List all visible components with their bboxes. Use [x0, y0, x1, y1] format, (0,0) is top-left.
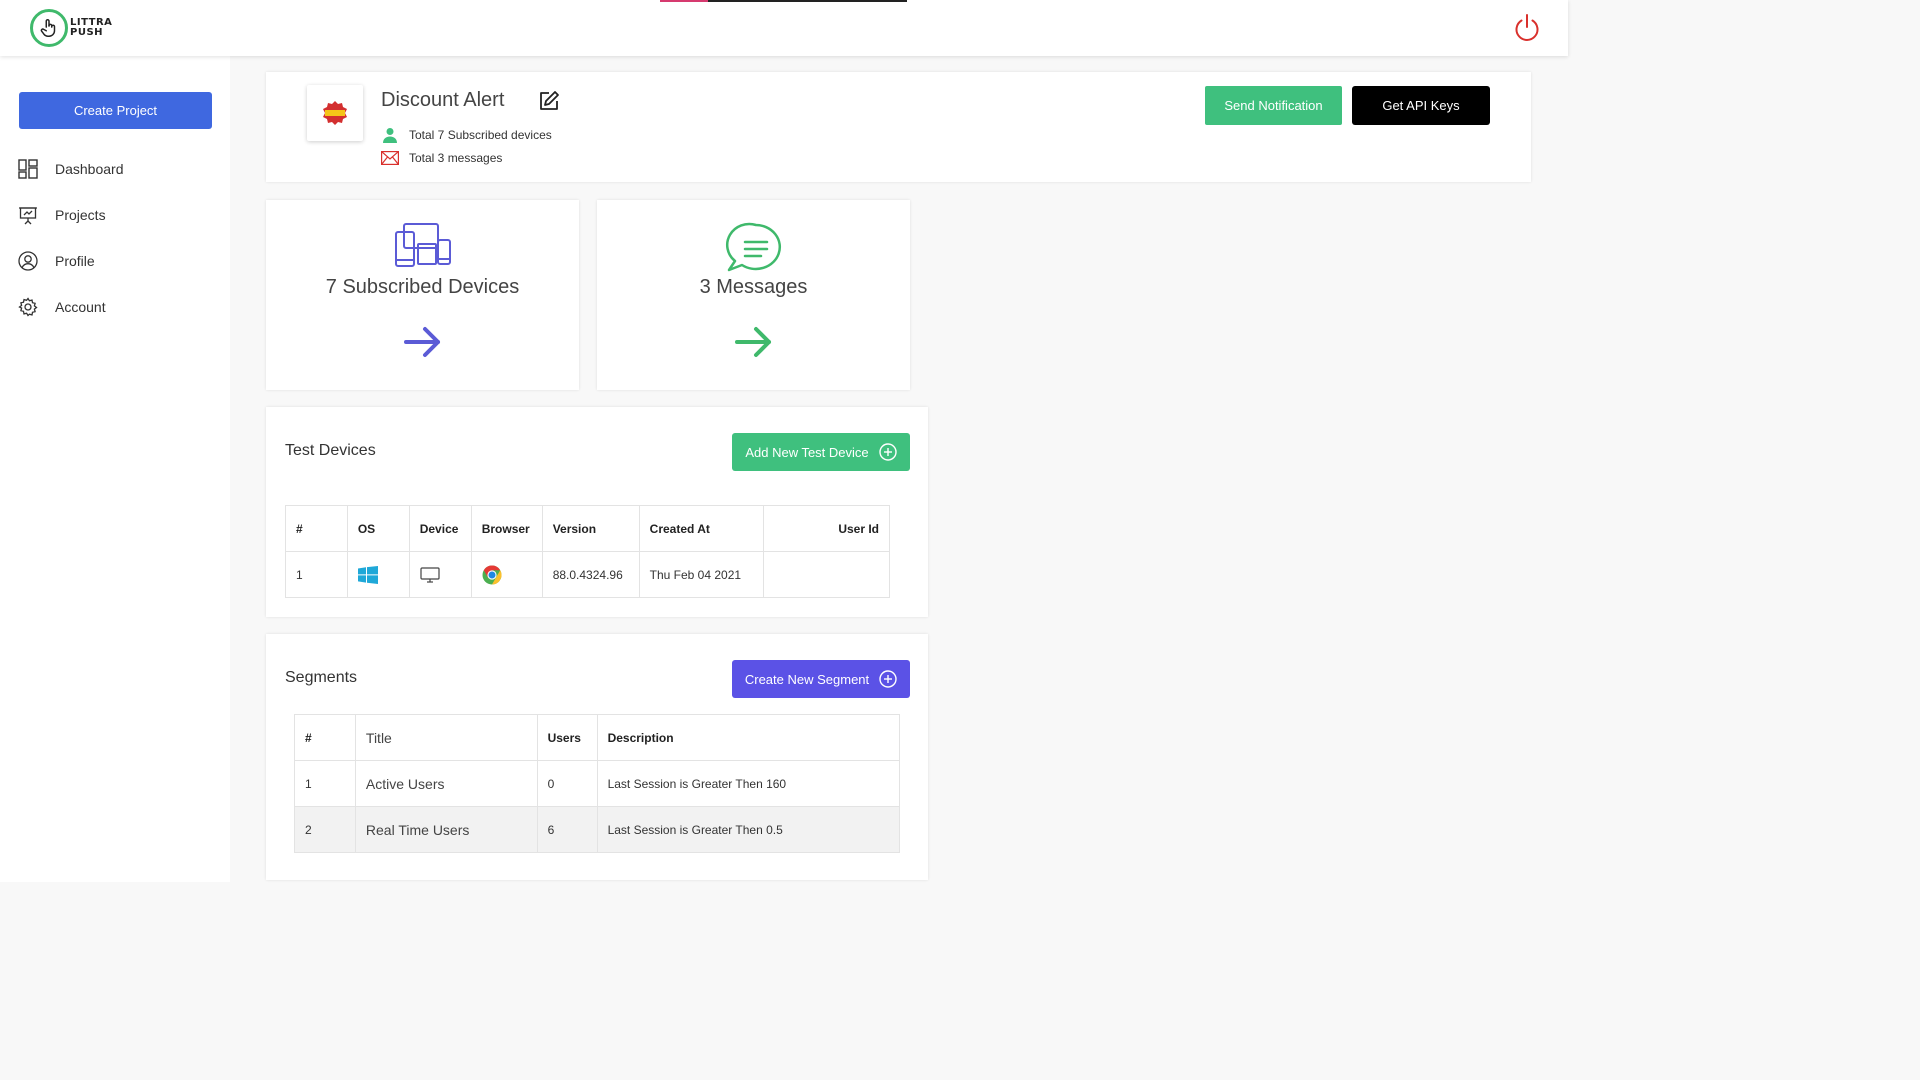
chat-icon — [597, 222, 910, 276]
edit-icon[interactable] — [538, 90, 560, 112]
user-icon — [381, 127, 399, 143]
project-logo — [307, 85, 363, 141]
col-num: # — [285, 505, 348, 552]
test-devices-card: Test Devices Add New Test Device # OS De… — [266, 407, 928, 617]
presentation-icon — [18, 205, 38, 225]
cell-description: Last Session is Greater Then 160 — [596, 760, 901, 807]
subscribed-devices-text: Total 7 Subscribed devices — [409, 128, 552, 142]
user-circle-icon — [18, 251, 38, 271]
cell-num: 1 — [294, 760, 356, 807]
table-header-row: # OS Device Browser Version Created At U… — [285, 505, 890, 552]
get-api-keys-button[interactable]: Get API Keys — [1352, 86, 1490, 125]
sidebar-item-projects[interactable]: Projects — [18, 201, 218, 229]
subscribed-devices-info: Total 7 Subscribed devices — [381, 127, 552, 143]
col-version: Version — [541, 505, 640, 552]
subscribed-devices-card[interactable]: 7 Subscribed Devices — [266, 200, 579, 390]
messages-card[interactable]: 3 Messages — [597, 200, 910, 390]
col-title: Title — [354, 714, 538, 761]
chrome-icon — [482, 565, 532, 585]
sidebar: Create Project Dashboard Projects Profil… — [0, 56, 230, 882]
cell-user-id — [763, 551, 890, 598]
create-new-segment-button[interactable]: Create New Segment — [732, 660, 910, 698]
col-num: # — [294, 714, 356, 761]
arrow-right-icon[interactable] — [597, 326, 910, 358]
arrow-right-icon[interactable] — [266, 326, 579, 358]
col-browser: Browser — [470, 505, 543, 552]
cell-users: 0 — [536, 760, 598, 807]
plus-circle-icon — [878, 443, 897, 461]
table-row[interactable]: 1 Active Users 0 Last Session is Greater… — [294, 760, 901, 807]
segments-title: Segments — [285, 669, 358, 686]
sidebar-item-label: Dashboard — [55, 161, 124, 177]
plus-circle-icon — [879, 670, 897, 688]
project-header-card: Discount Alert Total 7 Subscribed device… — [266, 72, 1531, 182]
sidebar-item-label: Profile — [55, 253, 95, 269]
cell-device — [408, 551, 472, 598]
desktop-icon — [420, 566, 461, 583]
messages-info: Total 3 messages — [381, 150, 502, 166]
sidebar-item-dashboard[interactable]: Dashboard — [18, 155, 218, 183]
cell-users: 6 — [536, 806, 598, 853]
cell-browser — [470, 551, 543, 598]
col-os: OS — [346, 505, 410, 552]
sidebar-item-profile[interactable]: Profile — [18, 247, 218, 275]
envelope-icon — [381, 150, 399, 166]
sidebar-item-label: Projects — [55, 207, 106, 223]
send-notification-button[interactable]: Send Notification — [1205, 86, 1342, 125]
hand-pointer-icon — [30, 9, 68, 47]
col-user-id: User Id — [763, 505, 890, 552]
col-users: Users — [536, 714, 598, 761]
cell-description: Last Session is Greater Then 0.5 — [596, 806, 901, 853]
cell-version: 88.0.4324.96 — [541, 551, 640, 598]
logo-text: LITTRA PUSH — [70, 18, 112, 38]
devices-icon — [266, 222, 579, 268]
sidebar-item-account[interactable]: Account — [18, 293, 218, 321]
messages-text: Total 3 messages — [409, 151, 503, 165]
table-row[interactable]: 1 88.0.4324.96 Thu Feb 04 2021 — [285, 551, 890, 598]
col-description: Description — [596, 714, 901, 761]
col-created-at: Created At — [638, 505, 765, 552]
gear-icon — [18, 297, 38, 317]
top-bar: LITTRA PUSH — [0, 0, 1568, 56]
windows-icon — [357, 565, 399, 584]
create-project-button[interactable]: Create Project — [19, 92, 212, 129]
test-devices-title: Test Devices — [285, 442, 376, 459]
logo-text-line2: PUSH — [70, 27, 104, 38]
cell-title: Real Time Users — [354, 806, 538, 853]
messages-label: 3 Messages — [699, 276, 808, 298]
project-title: Discount Alert — [381, 89, 505, 111]
badge-icon — [323, 101, 347, 125]
cell-os — [346, 551, 410, 598]
subscribed-devices-label: 7 Subscribed Devices — [325, 276, 520, 298]
table-row[interactable]: 2 Real Time Users 6 Last Session is Grea… — [294, 806, 901, 853]
dashboard-icon — [18, 159, 38, 179]
power-icon[interactable] — [1512, 13, 1542, 43]
col-device: Device — [408, 505, 472, 552]
cell-created-at: Thu Feb 04 2021 — [638, 551, 765, 598]
add-test-device-label: Add New Test Device — [745, 444, 869, 460]
segments-table: # Title Users Description 1 Active Users… — [294, 714, 901, 853]
create-new-segment-label: Create New Segment — [744, 671, 870, 687]
add-test-device-button[interactable]: Add New Test Device — [732, 433, 910, 471]
loading-bar — [660, 0, 907, 2]
cell-num: 2 — [294, 806, 356, 853]
segments-card: Segments Create New Segment # Title User… — [266, 634, 928, 880]
table-header-row: # Title Users Description — [294, 714, 901, 761]
cell-num: 1 — [285, 551, 348, 598]
test-devices-table: # OS Device Browser Version Created At U… — [285, 505, 890, 598]
logo[interactable]: LITTRA PUSH — [30, 8, 120, 48]
cell-title: Active Users — [354, 760, 538, 807]
sidebar-item-label: Account — [55, 299, 106, 315]
